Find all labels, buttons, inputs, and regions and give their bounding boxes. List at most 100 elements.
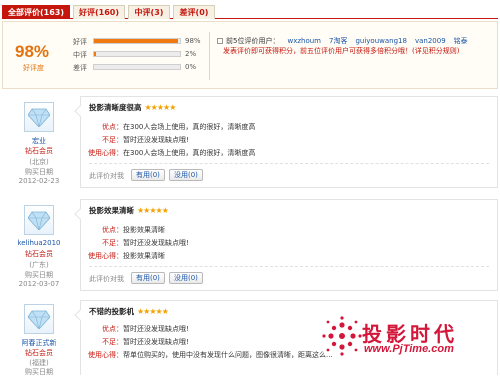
review-item: 宏业 钻石会员 (北京) 购买日期 2012-02-23 投影清晰度很高 ★★★★…	[0, 96, 500, 192]
good-rate-label: 好评度	[23, 64, 44, 72]
useless-button[interactable]: 没用(0)	[169, 272, 203, 284]
tab-good-reviews[interactable]: 好评(160)	[73, 5, 125, 19]
top-user-link[interactable]: guiyouwang18	[355, 37, 407, 45]
rate-label: 好评	[73, 38, 87, 46]
tab-neutral-reviews[interactable]: 中评(3)	[128, 5, 170, 19]
pros-text: 投影效果清晰	[123, 226, 165, 234]
useful-button[interactable]: 有用(0)	[131, 169, 165, 181]
diamond-icon	[28, 211, 50, 230]
cons-text: 暂时还没发现缺点哦!	[123, 239, 189, 247]
purchase-date: 2012-02-23	[18, 177, 60, 185]
good-rate-value: 98%	[15, 42, 50, 61]
rating-summary: 98% 好评度 好评 98% 中评 2% 差评 0% 前5位评价用户： wxzho…	[2, 21, 498, 89]
pros-label: 优点：	[102, 226, 123, 234]
rate-percent: 0%	[185, 63, 197, 71]
cons-label: 不足：	[102, 136, 123, 144]
diamond-icon	[28, 310, 50, 329]
review-experience: 使用心得：投影效果清晰	[81, 251, 165, 261]
diamond-icon	[28, 108, 50, 127]
checkbox-icon	[217, 38, 223, 44]
top-users-line: 前5位评价用户： wxzhoum 7淘客 guiyouwang18 van2009 铭泰	[217, 36, 468, 46]
review-pros: 优点：在300人会场上使用，真的很好，清晰度高	[81, 122, 255, 132]
experience-label: 使用心得：	[88, 351, 123, 359]
rate-bar-fill	[94, 39, 179, 43]
watermark-url: www.PjTime.com	[364, 343, 454, 355]
review-title: 投影效果清晰 ★★★★★	[89, 205, 169, 216]
useful-button[interactable]: 有用(0)	[131, 272, 165, 284]
vote-question: 此评价对我	[89, 172, 124, 180]
reviewer-location: (北京)	[29, 158, 49, 166]
experience-text: 投影效果清晰	[123, 252, 165, 260]
rating-stars-icon: ★★★★★	[137, 307, 169, 316]
review-cons: 不足：暂时还没发现缺点哦!	[81, 337, 189, 347]
review-pros: 优点：投影效果清晰	[81, 225, 165, 235]
review-card: 投影清晰度很高 ★★★★★ 优点：在300人会场上使用，真的很好，清晰度高 不足：…	[74, 96, 498, 188]
rate-row-bad: 差评 0%	[73, 62, 203, 72]
review-card: 投影效果清晰 ★★★★★ 优点：投影效果清晰 不足：暂时还没发现缺点哦! 使用心得…	[74, 199, 498, 291]
review-title: 不错的投影机 ★★★★★	[89, 306, 169, 317]
experience-text: 帮单位购买的，使用中没有发现什么问题，图像很清晰，距离这么...	[123, 351, 333, 359]
avatar[interactable]	[24, 304, 54, 334]
review-cons: 不足：暂时还没发现缺点哦!	[81, 135, 189, 145]
purchase-date: 2012-03-07	[18, 280, 60, 288]
rate-bar	[93, 51, 181, 57]
top-user-link[interactable]: van2009	[415, 37, 446, 45]
tab-all-reviews[interactable]: 全部评价(163)	[2, 5, 70, 19]
top-user-link[interactable]: 7淘客	[329, 37, 347, 45]
review-title-text: 投影效果清晰	[89, 206, 134, 215]
rate-bar	[93, 38, 181, 44]
rate-row-good: 好评 98%	[73, 36, 203, 46]
vote-question: 此评价对我	[89, 275, 124, 283]
rate-bar-fill	[94, 52, 96, 56]
points-promo[interactable]: 发表评价即可获得积分，前五位评价用户可获得多倍积分哦！(详见积分规则)	[223, 46, 459, 56]
summary-divider	[209, 32, 210, 80]
pros-label: 优点：	[102, 325, 123, 333]
purchase-date-label: 购买日期	[25, 168, 53, 176]
pros-text: 暂时还没发现缺点哦!	[123, 325, 189, 333]
rating-stars-icon: ★★★★★	[137, 206, 169, 215]
rate-label: 中评	[73, 51, 87, 59]
rate-bar	[93, 64, 181, 70]
member-level: 钻石会员	[25, 250, 53, 258]
review-experience: 使用心得：帮单位购买的，使用中没有发现什么问题，图像很清晰，距离这么...	[81, 350, 333, 360]
card-pointer	[74, 208, 86, 220]
purchase-date-label: 购买日期	[25, 368, 53, 376]
review-tabs: 全部评价(163) 好评(160) 中评(3) 差评(0)	[2, 5, 498, 19]
rating-stars-icon: ★★★★★	[144, 103, 177, 112]
card-divider	[89, 266, 489, 267]
rate-label: 差评	[73, 64, 87, 72]
useless-button[interactable]: 没用(0)	[169, 169, 203, 181]
pjtime-logo-icon	[322, 316, 362, 356]
card-divider	[89, 163, 489, 164]
review-cons: 不足：暂时还没发现缺点哦!	[81, 238, 189, 248]
rate-percent: 98%	[185, 37, 201, 45]
avatar[interactable]	[24, 102, 54, 132]
reviewer-name[interactable]: 阿春正式新	[0, 338, 78, 348]
review-title-text: 投影清晰度很高	[89, 103, 142, 112]
purchase-date-label: 购买日期	[25, 271, 53, 279]
cons-label: 不足：	[102, 338, 123, 346]
review-experience: 使用心得：在300人会场上使用，真的很好，清晰度高	[81, 148, 255, 158]
top-user-link[interactable]: 铭泰	[454, 37, 468, 45]
top-user-link[interactable]: wxzhoum	[287, 37, 321, 45]
reviewer-location: (广东)	[29, 261, 49, 269]
review-title-text: 不错的投影机	[89, 307, 134, 316]
review-item: kelihua2010 钻石会员 (广东) 购买日期 2012-03-07 投影…	[0, 199, 500, 295]
reviewer-name[interactable]: 宏业	[0, 136, 78, 146]
top-users-prefix: 前5位评价用户：	[226, 37, 280, 45]
experience-text: 在300人会场上使用，真的很好，清晰度高	[123, 149, 256, 157]
card-pointer	[74, 309, 86, 321]
rate-row-neutral: 中评 2%	[73, 49, 203, 59]
reviewer-name[interactable]: kelihua2010	[0, 239, 78, 247]
experience-label: 使用心得：	[88, 252, 123, 260]
avatar[interactable]	[24, 205, 54, 235]
review-title: 投影清晰度很高 ★★★★★	[89, 102, 177, 113]
experience-label: 使用心得：	[88, 149, 123, 157]
pros-label: 优点：	[102, 123, 123, 131]
cons-text: 暂时还没发现缺点哦!	[123, 136, 189, 144]
review-pros: 优点：暂时还没发现缺点哦!	[81, 324, 189, 334]
pros-text: 在300人会场上使用，真的很好，清晰度高	[123, 123, 256, 131]
tab-bad-reviews[interactable]: 差评(0)	[173, 5, 215, 19]
cons-text: 暂时还没发现缺点哦!	[123, 338, 189, 346]
cons-label: 不足：	[102, 239, 123, 247]
